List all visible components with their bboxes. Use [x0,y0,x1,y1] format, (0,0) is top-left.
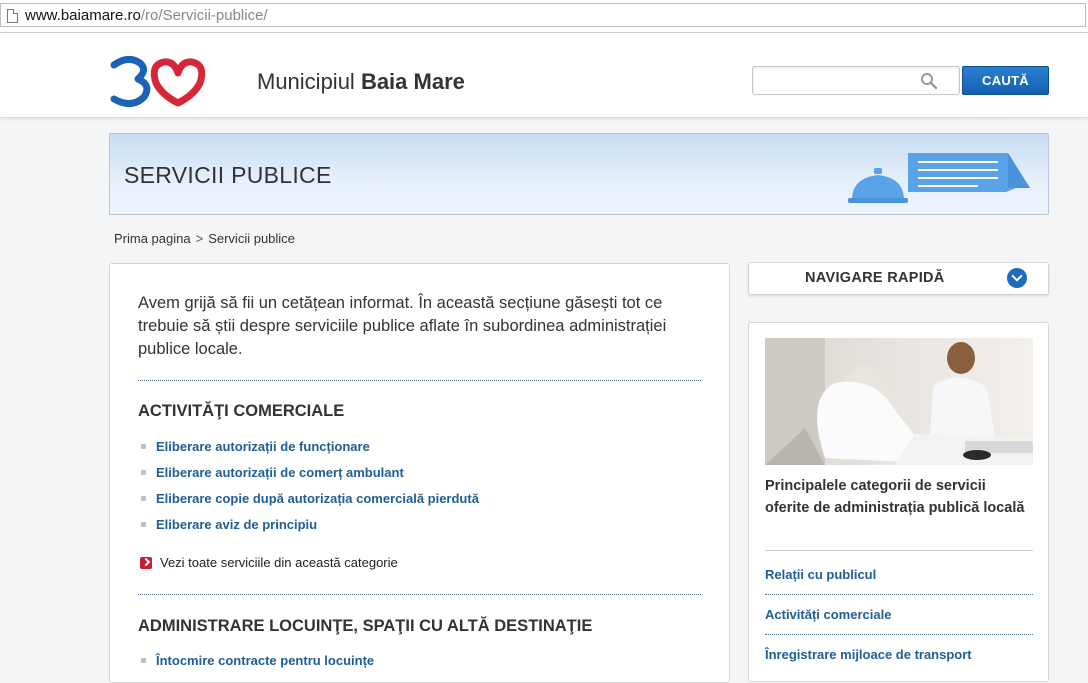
list-item: Eliberare copie după autorizația comerci… [138,489,479,515]
site-title[interactable]: Municipiul Baia Mare [257,69,465,95]
section-heading-activitati-comerciale: ACTIVITĂŢI COMERCIALE [138,402,345,420]
site-title-light: Municipiul [257,69,361,94]
breadcrumb-home[interactable]: Prima pagina [114,231,191,246]
chevron-down-icon [1007,268,1027,288]
see-all-label: Vezi toate serviciile din această catego… [160,555,398,570]
sidebar-divider [765,550,1033,551]
service-link[interactable]: Întocmire contracte pentru locuințe [156,653,374,668]
url-path: /ro/Servicii-publice/ [140,7,268,24]
browser-address-bar: www.baiamare.ro/ro/Servicii-publice/ [0,0,1088,33]
sidebar-divider [765,634,1033,635]
url-host: www.baiamare.ro [25,7,141,24]
sidebar-link-inregistrare-mijloace-transport[interactable]: Înregistrare mijloace de transport [765,647,972,662]
service-link[interactable]: Eliberare autorizații de funcționare [156,439,370,454]
arrow-right-icon [140,557,152,569]
url-text: www.baiamare.ro/ro/Servicii-publice/ [25,7,268,24]
page-icon [7,9,18,23]
sidebar-card-title: Principalele categorii de servicii oferi… [765,478,1025,516]
list-item: Eliberare autorizații de funcționare [138,437,479,463]
section-links-administrare-locuinte: Întocmire contracte pentru locuințe [138,651,374,677]
section-heading-administrare-locuinte: ADMINISTRARE LOCUINŢE, SPAŢII CU ALTĂ DE… [138,617,593,635]
site-title-bold: Baia Mare [360,69,465,94]
banner-title: SERVICII PUBLICE [124,162,332,188]
breadcrumb-current: Servicii publice [208,231,295,246]
list-item: Întocmire contracte pentru locuințe [138,651,374,677]
service-link[interactable]: Eliberare copie după autorizația comerci… [156,491,479,506]
sidebar-card: Principalele categorii de servicii oferi… [748,322,1049,682]
url-field[interactable]: www.baiamare.ro/ro/Servicii-publice/ [0,3,1086,27]
breadcrumb: Prima pagina > Servicii publice [114,231,295,246]
see-all-link[interactable]: Vezi toate serviciile din această catego… [140,555,398,570]
section-banner: SERVICII PUBLICE [109,133,1049,215]
section-divider [138,594,701,595]
quick-navigation-toggle[interactable]: NAVIGARE RAPIDĂ [748,262,1049,295]
breadcrumb-separator: > [195,231,204,246]
service-bell-icon [848,153,1030,203]
sidebar-link-relatii-cu-publicul[interactable]: Relații cu publicul [765,567,876,582]
intro-text: Avem grijă să fii un cetățean informat. … [138,294,667,358]
list-item: Eliberare aviz de principiu [138,515,479,541]
service-link[interactable]: Eliberare autorizații de comerț ambulant [156,465,404,480]
sidebar-link-activitati-comerciale[interactable]: Activități comerciale [765,607,891,622]
quick-navigation-label: NAVIGARE RAPIDĂ [805,270,945,286]
list-item: Eliberare autorizații de comerț ambulant [138,463,479,489]
service-link[interactable]: Eliberare aviz de principiu [156,517,317,532]
search-button[interactable]: CAUTĂ [962,66,1049,95]
site-header: Municipiul Baia Mare CAUTĂ [0,33,1088,118]
section-divider [138,380,701,381]
search-icon[interactable] [920,72,938,90]
main-content: Avem grijă să fii un cetățean informat. … [109,263,730,683]
sidebar-divider [765,594,1033,595]
section-links-activitati-comerciale: Eliberare autorizații de funcționare Eli… [138,437,479,541]
office-workers-photo [765,338,1033,465]
city-logo[interactable] [108,55,208,107]
